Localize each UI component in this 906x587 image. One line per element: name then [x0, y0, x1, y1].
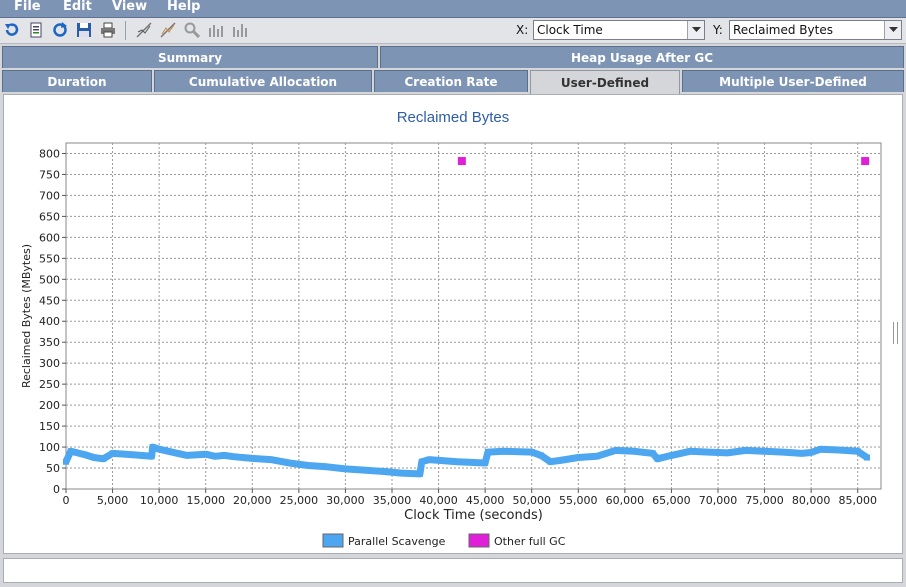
menu-edit[interactable]: Edit	[63, 0, 92, 14]
zoom-icon[interactable]	[183, 21, 201, 39]
menu-bar: File Edit View Help	[0, 0, 906, 18]
line-chart-icon[interactable]	[135, 21, 153, 39]
scrollbar-grip[interactable]	[893, 322, 898, 344]
tab-cumulative-allocation[interactable]: Cumulative Allocation	[154, 70, 372, 92]
open-doc-icon[interactable]	[27, 21, 45, 39]
y-axis-selector-label: Y:	[713, 23, 723, 37]
tab-summary[interactable]: Summary	[2, 46, 378, 68]
refresh-icon[interactable]	[51, 21, 69, 39]
chevron-down-icon[interactable]	[884, 21, 901, 39]
chart-panel	[3, 94, 903, 554]
menu-file[interactable]: File	[14, 0, 41, 14]
save-icon[interactable]	[75, 21, 93, 39]
y-axis-select-value: Reclaimed Bytes	[733, 23, 833, 37]
x-axis-select[interactable]: Clock Time	[533, 20, 705, 40]
chevron-down-icon[interactable]	[687, 21, 704, 39]
y-axis-select[interactable]: Reclaimed Bytes	[729, 20, 902, 40]
bar-chart-alt-icon[interactable]	[231, 21, 249, 39]
status-bar	[3, 558, 903, 583]
menu-view[interactable]: View	[112, 0, 147, 14]
menu-help[interactable]: Help	[167, 0, 200, 14]
undo-icon[interactable]	[3, 21, 21, 39]
tab-multiple-user-defined[interactable]: Multiple User-Defined	[682, 70, 904, 92]
x-axis-selector-label: X:	[516, 23, 529, 37]
tab-user-defined[interactable]: User-Defined	[530, 70, 680, 95]
tab-creation-rate[interactable]: Creation Rate	[374, 70, 528, 92]
toolbar-separator	[125, 21, 126, 40]
bar-chart-icon[interactable]	[207, 21, 225, 39]
tab-duration[interactable]: Duration	[2, 70, 152, 92]
line-chart-alt-icon[interactable]	[159, 21, 177, 39]
x-axis-select-value: Clock Time	[537, 23, 603, 37]
chart-title: Reclaimed Bytes	[396, 109, 510, 126]
tab-heap-usage-after-gc[interactable]: Heap Usage After GC	[380, 46, 904, 68]
print-icon[interactable]	[99, 21, 117, 39]
